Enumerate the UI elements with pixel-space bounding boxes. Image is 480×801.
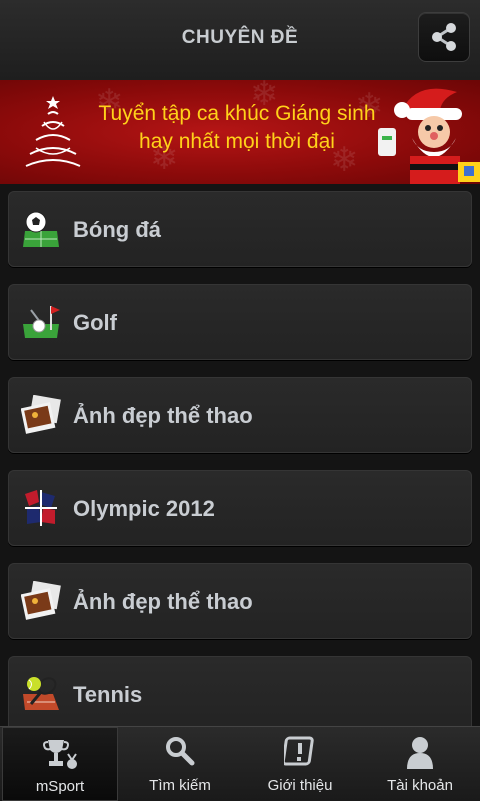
- nav-item-account[interactable]: Tài khoản: [360, 727, 480, 801]
- user-icon: [407, 737, 433, 769]
- promo-banner[interactable]: ❄ ❄ ❄ ❄ ❄ Tuyển tập ca khúc Giáng sinh h…: [0, 80, 480, 184]
- list-item-label: Tennis: [73, 682, 143, 707]
- banner-text: Tuyển tập ca khúc Giáng sinh hay nhất mọ…: [92, 100, 382, 156]
- nav-label: Tài khoản: [387, 777, 453, 794]
- header: CHUYÊN ĐỀ: [0, 0, 480, 81]
- golf-icon: [23, 306, 60, 338]
- photos-icon: [21, 581, 61, 620]
- share-icon: [432, 23, 456, 51]
- christmas-tree-icon: [25, 96, 81, 167]
- nav-label: Tìm kiếm: [149, 777, 211, 794]
- list-item-label: Ảnh đẹp thể thao: [73, 403, 253, 428]
- list-item[interactable]: Ảnh đẹp thể thao: [8, 563, 472, 639]
- list-item[interactable]: Golf: [8, 284, 472, 360]
- banner-line-1: Tuyển tập ca khúc Giáng sinh: [98, 102, 376, 125]
- search-icon: [166, 737, 195, 766]
- nav-label: mSport: [35, 778, 85, 795]
- topic-list: Bóng đá Golf Ảnh đẹp thể thao Olympic 20…: [0, 184, 480, 726]
- page-title: CHUYÊN ĐỀ: [181, 27, 299, 48]
- nav-item-msport[interactable]: mSport: [2, 727, 118, 801]
- trophy-icon: [43, 740, 77, 769]
- share-button[interactable]: [418, 12, 470, 62]
- soccer-icon: [23, 211, 59, 247]
- list-item-label: Bóng đá: [73, 217, 161, 242]
- santa-icon: [378, 88, 480, 184]
- info-icon: [284, 736, 314, 766]
- nav-label: Giới thiệu: [267, 777, 333, 794]
- tennis-icon: [23, 677, 59, 710]
- list-item-label: Olympic 2012: [73, 496, 215, 521]
- list-item[interactable]: Olympic 2012: [8, 470, 472, 546]
- photos-icon: [21, 395, 61, 434]
- olympic-icon: [25, 490, 57, 526]
- banner-line-2: hay nhất mọi thời đại: [139, 130, 335, 153]
- nav-item-about[interactable]: Giới thiệu: [240, 727, 360, 801]
- list-item[interactable]: Tennis: [8, 656, 472, 726]
- nav-item-search[interactable]: Tìm kiếm: [120, 727, 240, 801]
- list-item[interactable]: Ảnh đẹp thể thao: [8, 377, 472, 453]
- bottom-nav: mSport Tìm kiếm Giới thiệu Tài khoản: [0, 726, 480, 801]
- list-item-label: Golf: [73, 310, 117, 335]
- list-item[interactable]: Bóng đá: [8, 191, 472, 267]
- list-item-label: Ảnh đẹp thể thao: [73, 589, 253, 614]
